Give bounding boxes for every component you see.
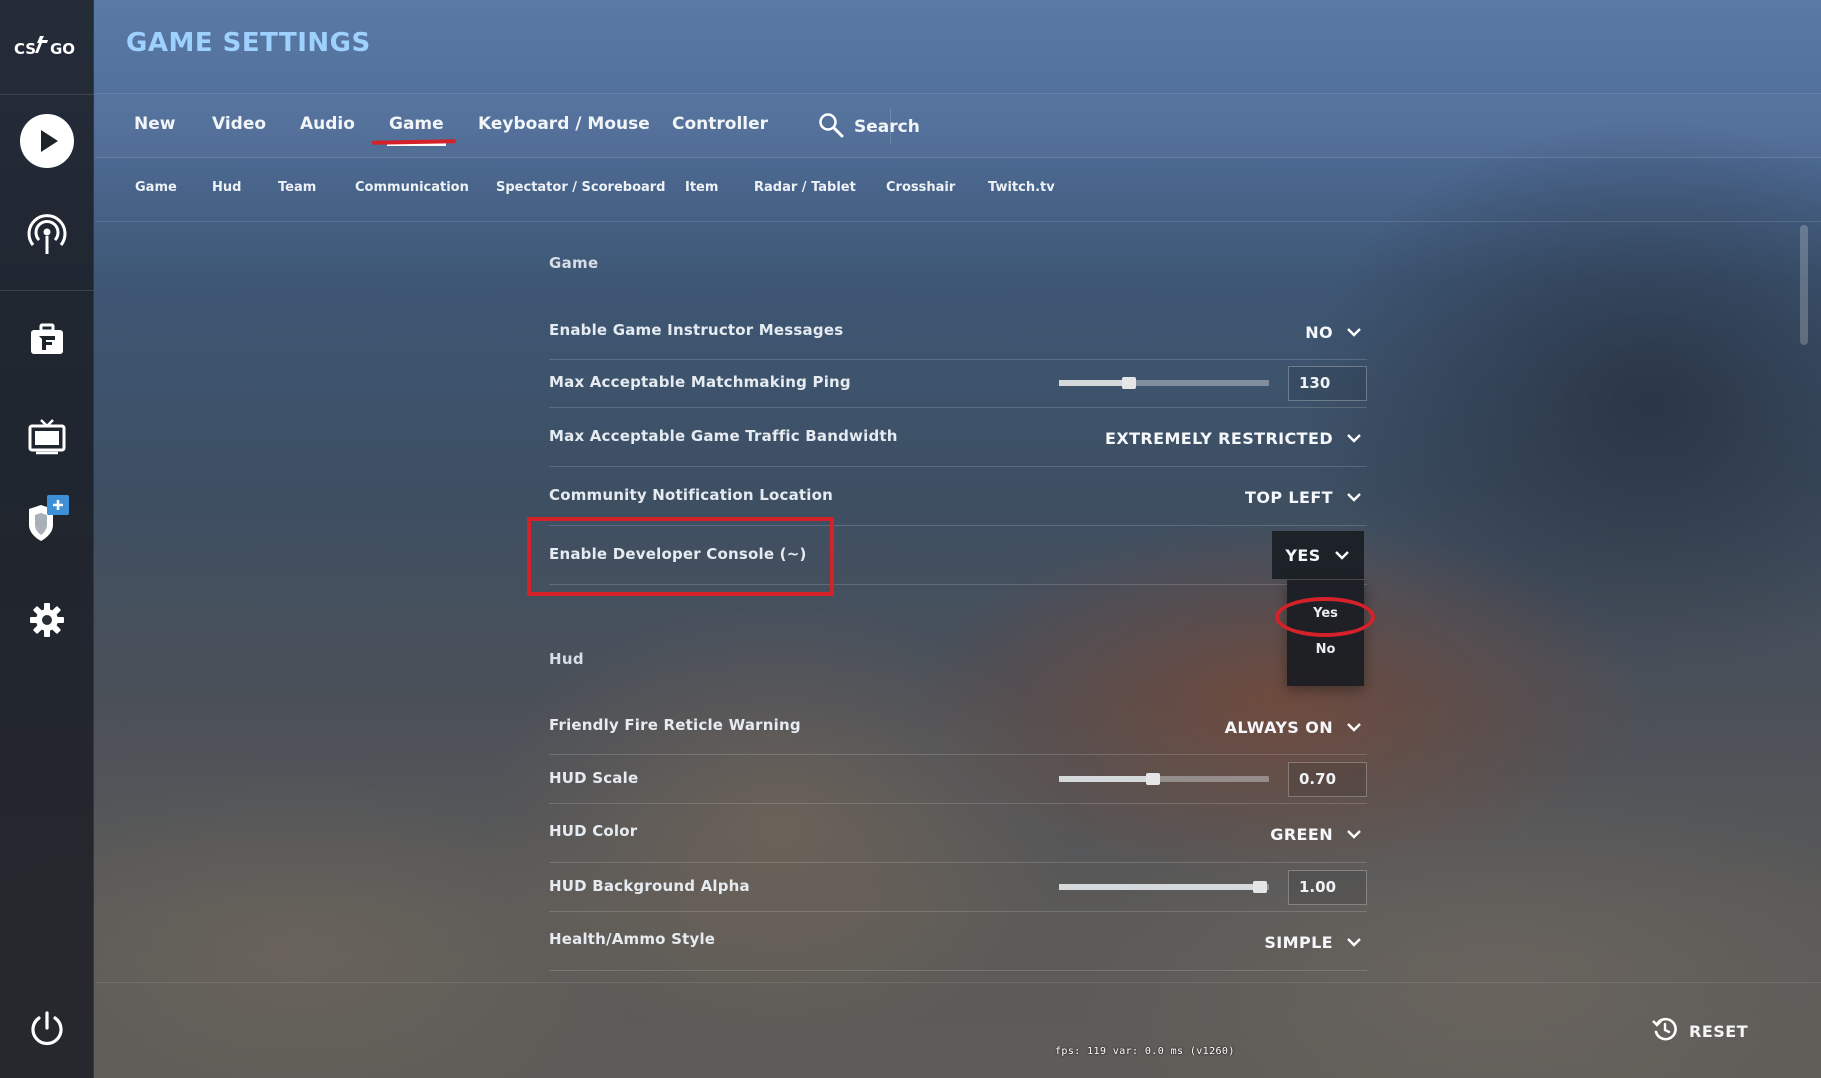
chevron-down-icon: [1347, 938, 1361, 947]
setting-label: Enable Game Instructor Messages: [549, 321, 844, 339]
setting-label: Max Acceptable Matchmaking Ping: [549, 373, 851, 391]
subtab-radar-tablet[interactable]: Radar / Tablet: [754, 180, 856, 195]
dropdown-traffic-bandwidth[interactable]: EXTREMELY RESTRICTED: [1105, 416, 1367, 460]
slider-fill: [1059, 884, 1260, 890]
setting-label: Max Acceptable Game Traffic Bandwidth: [549, 427, 898, 445]
slider-hud-scale[interactable]: [1059, 773, 1269, 785]
broadcast-icon[interactable]: [19, 208, 75, 264]
dropdown-instructor-messages[interactable]: NO: [1305, 310, 1367, 354]
dropdown-value: TOP LEFT: [1245, 487, 1333, 507]
tab-controller[interactable]: Controller: [672, 114, 768, 134]
subtab-item[interactable]: Item: [685, 180, 718, 195]
reset-label: RESET: [1689, 1021, 1749, 1041]
sub-tabs: Game Hud Team Communication Spectator / …: [95, 158, 1821, 222]
sidebar-divider: [0, 94, 94, 95]
setting-label: HUD Scale: [549, 769, 639, 787]
tab-audio[interactable]: Audio: [300, 114, 355, 134]
hud-alpha-input[interactable]: 1.00: [1288, 870, 1367, 905]
setting-label: Community Notification Location: [549, 486, 833, 504]
option-no[interactable]: No: [1287, 642, 1364, 657]
subtab-communication[interactable]: Communication: [355, 180, 469, 195]
search-icon: [818, 112, 844, 142]
tab-game[interactable]: Game: [387, 114, 446, 146]
slider-knob[interactable]: [1122, 377, 1136, 389]
gear-icon[interactable]: [19, 592, 75, 648]
chevron-down-icon: [1347, 830, 1361, 839]
setting-row: Health/Ammo Style SIMPLE: [549, 912, 1367, 971]
reset-button[interactable]: RESET: [1651, 1015, 1748, 1047]
history-icon: [1651, 1015, 1679, 1047]
slider-knob[interactable]: [1146, 773, 1160, 785]
chevron-down-icon: [1334, 551, 1349, 560]
sidebar: CS GO: [0, 0, 94, 1078]
subtab-game[interactable]: Game: [135, 180, 177, 195]
dropdown-hud-color[interactable]: GREEN: [1270, 812, 1367, 856]
dropdown-value: EXTREMELY RESTRICTED: [1105, 428, 1333, 448]
setting-label: Friendly Fire Reticle Warning: [549, 716, 801, 734]
footer-divider: [95, 982, 1821, 983]
setting-label: HUD Color: [549, 822, 638, 840]
briefcase-icon[interactable]: [19, 312, 75, 368]
dropdown-friendly-fire-warning[interactable]: ALWAYS ON: [1225, 705, 1367, 749]
svg-text:CS: CS: [14, 40, 36, 58]
setting-row: HUD Scale 0.70: [549, 755, 1367, 804]
slider-matchmaking-ping[interactable]: [1059, 377, 1269, 389]
slider-fill: [1059, 380, 1129, 386]
dropdown-value: ALWAYS ON: [1224, 717, 1333, 737]
setting-row: HUD Background Alpha 1.00: [549, 863, 1367, 912]
dropdown-value: NO: [1305, 322, 1333, 342]
sidebar-divider: [0, 290, 94, 291]
chevron-down-icon: [1347, 493, 1361, 502]
subtab-twitch[interactable]: Twitch.tv: [988, 180, 1055, 195]
search-label: Search: [854, 117, 920, 137]
tab-video[interactable]: Video: [212, 114, 266, 134]
setting-row: Enable Game Instructor Messages NO: [549, 308, 1367, 360]
setting-row: HUD Color GREEN: [549, 804, 1367, 863]
dropdown-value: GREEN: [1270, 824, 1333, 844]
dropdown-notification-location[interactable]: TOP LEFT: [1245, 475, 1367, 519]
subtab-hud[interactable]: Hud: [212, 180, 241, 195]
tv-icon[interactable]: [19, 408, 75, 464]
chevron-down-icon: [1347, 328, 1361, 337]
chevron-down-icon: [1347, 723, 1361, 732]
tab-keyboard-mouse[interactable]: Keyboard / Mouse: [478, 114, 650, 134]
chevron-down-icon: [1347, 434, 1361, 443]
dropdown-value: SIMPLE: [1264, 932, 1333, 952]
dropdown-value: YES: [1285, 545, 1321, 565]
page-title: GAME SETTINGS: [126, 28, 371, 58]
section-title-hud: Hud: [549, 650, 584, 668]
fps-readout: fps: 119 var: 0.0 ms (v1260): [1055, 1046, 1235, 1057]
setting-label: HUD Background Alpha: [549, 877, 750, 895]
dropdown-developer-console[interactable]: YES: [1272, 531, 1364, 579]
setting-row: Max Acceptable Matchmaking Ping 130: [549, 360, 1367, 408]
section-title-game: Game: [549, 254, 599, 272]
play-icon[interactable]: [19, 113, 75, 169]
ping-value-input[interactable]: 130: [1288, 366, 1367, 401]
annotation-ellipse: [1275, 597, 1375, 637]
svg-text:GO: GO: [50, 40, 75, 58]
slider-fill: [1059, 776, 1154, 782]
subtab-team[interactable]: Team: [278, 180, 316, 195]
scrollbar-thumb[interactable]: [1800, 225, 1808, 345]
annotation-rectangle: [527, 517, 834, 596]
setting-label: Health/Ammo Style: [549, 930, 716, 948]
shield-plus-icon[interactable]: [19, 495, 75, 551]
slider-knob[interactable]: [1253, 881, 1267, 893]
csgo-logo[interactable]: CS GO: [14, 30, 82, 64]
dropdown-health-ammo-style[interactable]: SIMPLE: [1264, 920, 1367, 964]
main-tabs: New Video Audio Game Keyboard / Mouse Co…: [95, 94, 1821, 158]
hud-scale-input[interactable]: 0.70: [1288, 762, 1367, 797]
tab-new[interactable]: New: [134, 114, 175, 134]
subtab-spectator-scoreboard[interactable]: Spectator / Scoreboard: [496, 180, 666, 195]
slider-hud-background-alpha[interactable]: [1059, 881, 1269, 893]
setting-row: Friendly Fire Reticle Warning ALWAYS ON: [549, 702, 1367, 755]
power-icon[interactable]: [19, 1000, 75, 1056]
setting-row: Max Acceptable Game Traffic Bandwidth EX…: [549, 408, 1367, 467]
search-button[interactable]: Search: [818, 112, 920, 142]
subtab-crosshair[interactable]: Crosshair: [886, 180, 955, 195]
